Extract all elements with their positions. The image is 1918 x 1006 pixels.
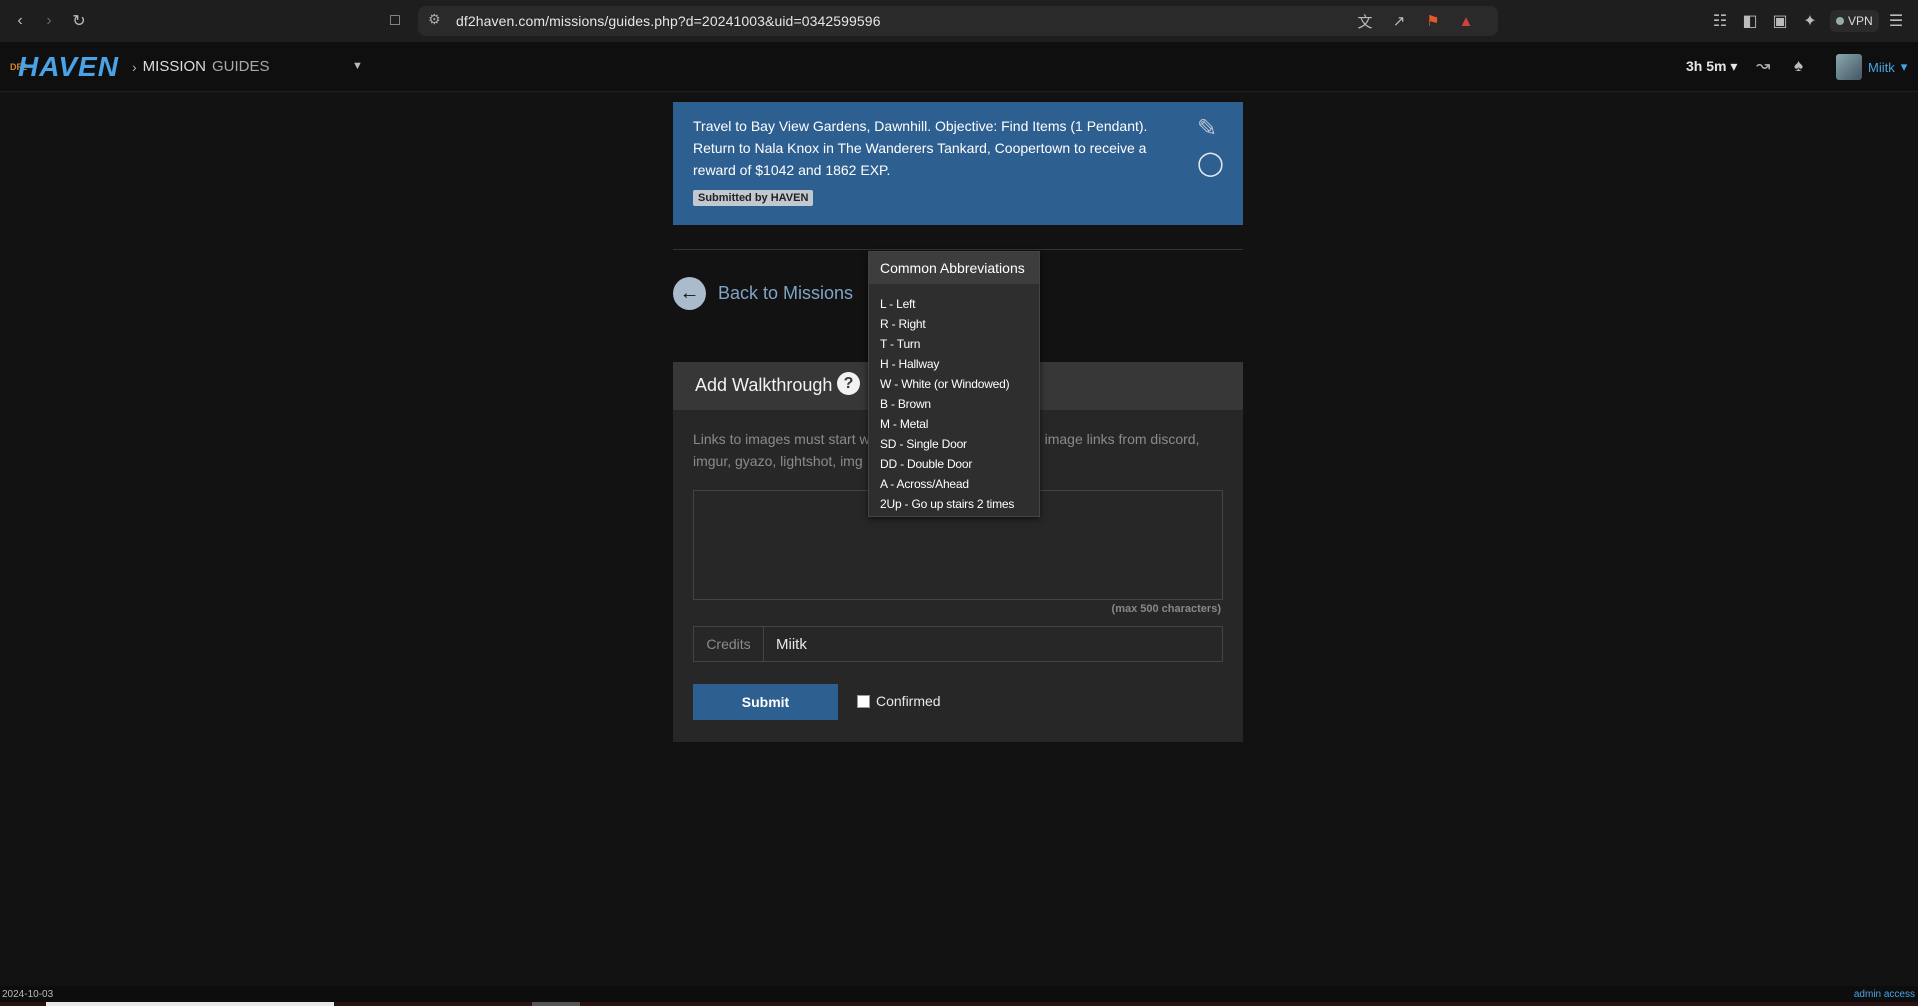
site-header: DF2 HAVEN › MISSION GUIDES ▼ 3h 5m ▾ ↝ ♠… [0, 42, 1918, 92]
abbreviations-tooltip: Common Abbreviations L - Left R - Right … [868, 251, 1040, 517]
note-left: Links to images must start w [693, 431, 870, 447]
stats-chart-icon[interactable]: ↝ [1756, 56, 1770, 76]
confirmed-checkbox[interactable] [857, 694, 870, 708]
user-menu[interactable]: Miitk ▾ [1836, 52, 1907, 82]
page-footer: 2024-10-03 admin access [0, 986, 1918, 1002]
bookmark-icon[interactable]: □ [383, 9, 407, 33]
confirmed-label: Confirmed [876, 693, 941, 709]
share-icon[interactable]: ↗ [1388, 10, 1410, 32]
timer-value: 3h 5m [1686, 58, 1727, 74]
taskbar-strip [0, 1002, 1918, 1006]
abbreviation-item: DD - Double Door [880, 457, 973, 471]
confirmed-checkbox-group[interactable]: Confirmed [857, 693, 941, 709]
wallet-icon[interactable]: ▣ [1768, 9, 1792, 33]
abbreviation-item: B - Brown [880, 397, 931, 411]
panel-title: Add Walkthrough [695, 375, 833, 395]
timer-dropdown[interactable]: 3h 5m ▾ [1686, 58, 1737, 75]
abbreviation-item: H - Hallway [880, 357, 940, 371]
vpn-label: VPN [1848, 14, 1873, 28]
sidebar-icon[interactable]: ◧ [1738, 9, 1762, 33]
menu-icon[interactable]: ☰ [1884, 9, 1908, 33]
vpn-status-icon [1836, 17, 1844, 25]
back-to-missions-link[interactable]: ← Back to Missions [673, 277, 853, 310]
note-line2: imgur, gyazo, lightshot, img [693, 453, 863, 469]
credits-field: Credits Miitk [693, 626, 1223, 662]
note-right: image links from discord, [1044, 431, 1200, 447]
admin-access-link[interactable]: admin access [1854, 989, 1915, 1000]
mission-description: Travel to Bay View Gardens, Dawnhill. Ob… [693, 118, 1148, 178]
divider [673, 249, 1243, 250]
taskbar-item [46, 1002, 334, 1006]
crumb-primary: MISSION [142, 58, 207, 75]
notification-bell-icon[interactable]: ♠ [1794, 56, 1803, 76]
tooltip-title: Common Abbreviations [869, 252, 1039, 284]
comment-icon[interactable]: ◯ [1197, 149, 1224, 178]
url-text[interactable]: df2haven.com/missions/guides.php?d=20241… [456, 13, 881, 29]
abbreviation-item: SD - Single Door [880, 437, 967, 451]
vpn-button[interactable]: VPN [1830, 10, 1879, 32]
mission-banner: Travel to Bay View Gardens, Dawnhill. Ob… [673, 102, 1243, 225]
abbreviation-item: M - Metal [880, 417, 929, 431]
forward-arrow-icon[interactable]: › [37, 9, 61, 33]
abbreviation-item: 2Up - Go up stairs 2 times [880, 497, 1015, 511]
extensions-icon[interactable]: ☷ [1708, 9, 1732, 33]
translate-icon[interactable]: 文 [1354, 10, 1376, 32]
edit-icon[interactable]: ✎ [1197, 114, 1217, 143]
help-icon[interactable]: ? [837, 372, 860, 395]
max-characters-hint: (max 500 characters) [1111, 603, 1221, 615]
address-bar[interactable]: ⚙ df2haven.com/missions/guides.php?d=202… [418, 6, 1498, 36]
chevron-down-icon[interactable]: ▼ [352, 60, 363, 72]
logo-text: HAVEN [18, 51, 119, 82]
taskbar-item [532, 1002, 580, 1006]
chevron-right-icon: › [132, 58, 137, 75]
crumb-secondary: GUIDES [212, 58, 270, 75]
breadcrumb[interactable]: › MISSION GUIDES [132, 58, 270, 75]
abbreviation-item: L - Left [880, 297, 916, 311]
abbreviation-item: W - White (or Windowed) [880, 377, 1010, 391]
abbreviation-item: R - Right [880, 317, 926, 331]
brave-rewards-icon[interactable]: ▲ [1455, 10, 1477, 32]
brave-shields-icon[interactable]: ⚑ [1422, 10, 1444, 32]
back-label: Back to Missions [718, 283, 854, 303]
submit-button[interactable]: Submit [693, 684, 838, 720]
username: Miitk [1868, 59, 1895, 75]
abbreviation-item: A - Across/Ahead [880, 477, 969, 491]
submitted-by-badge: Submitted by HAVEN [693, 190, 814, 206]
abbreviation-item: T - Turn [880, 337, 921, 351]
haven-logo[interactable]: DF2 HAVEN [10, 51, 119, 82]
leo-ai-icon[interactable]: ✦ [1798, 9, 1822, 33]
credits-label: Credits [694, 627, 764, 661]
chevron-down-icon: ▾ [1900, 59, 1908, 74]
footer-date: 2024-10-03 [2, 989, 54, 1000]
reload-icon[interactable]: ↻ [67, 9, 91, 33]
arrow-left-circle-icon: ← [673, 277, 706, 310]
abbreviation-list: L - Left R - Right T - Turn H - Hallway … [869, 284, 1039, 514]
credits-input[interactable]: Miitk [764, 627, 1222, 661]
avatar [1836, 54, 1862, 80]
browser-toolbar: ‹ › ↻ □ ⚙ df2haven.com/missions/guides.p… [0, 0, 1918, 42]
logo-prefix: DF2 [10, 61, 28, 72]
back-arrow-icon[interactable]: ‹ [8, 9, 32, 33]
site-settings-icon[interactable]: ⚙ [428, 11, 441, 28]
